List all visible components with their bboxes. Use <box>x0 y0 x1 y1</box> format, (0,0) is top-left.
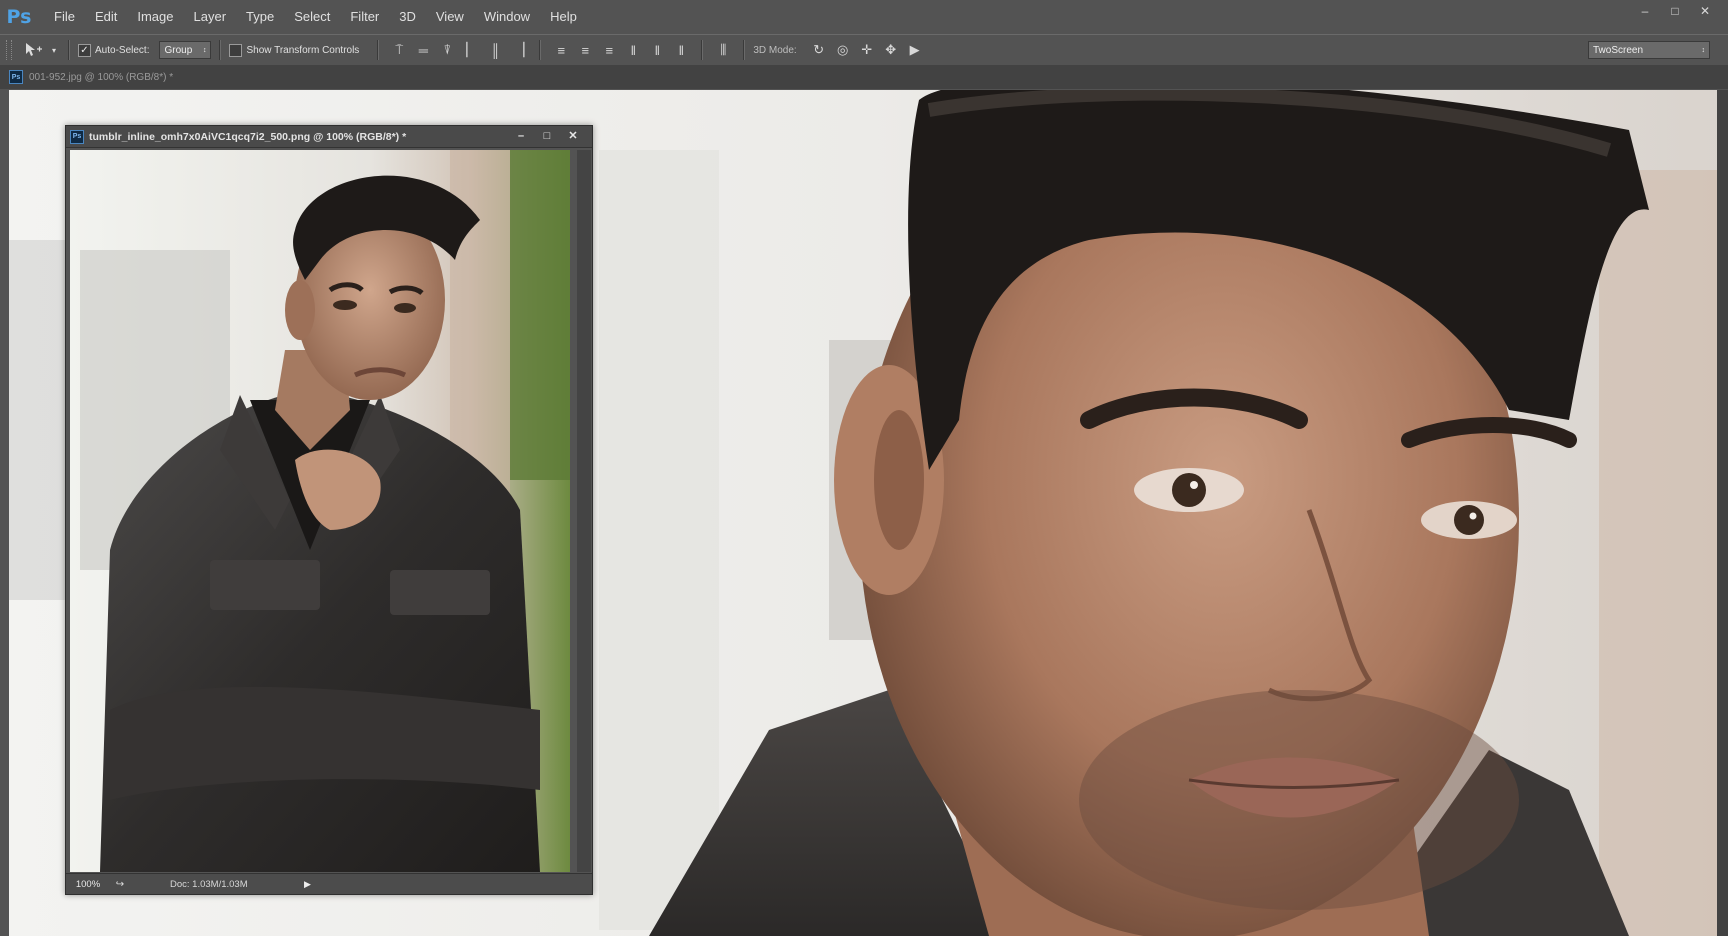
distribute-bottom-icon[interactable]: ≡ <box>597 39 621 61</box>
auto-select-dropdown[interactable]: Group ↕ <box>159 41 212 59</box>
floating-window-statusbar: 100% ↪ Doc: 1.03M/1.03M ▶ <box>66 873 592 894</box>
align-right-edges-icon[interactable]: ▕ <box>507 39 531 61</box>
menu-type[interactable]: Type <box>236 0 284 34</box>
distribute-vcenter-icon[interactable]: ≡ <box>573 39 597 61</box>
menu-layer[interactable]: Layer <box>184 0 237 34</box>
align-left-edges-icon[interactable]: ▏ <box>459 39 483 61</box>
close-icon[interactable]: ✕ <box>1690 2 1720 20</box>
align-bottom-edges-icon[interactable]: ⍒ <box>435 39 459 61</box>
distribute-left-icon[interactable]: ‖ <box>621 39 645 61</box>
floating-window-controls: – □ ✕ <box>508 127 586 145</box>
distribute-right-icon[interactable]: ‖ <box>669 39 693 61</box>
floating-document-canvas[interactable] <box>70 150 570 872</box>
auto-select-label: Auto-Select: <box>95 44 150 56</box>
separator <box>701 40 704 60</box>
status-menu-arrow-icon[interactable]: ▶ <box>304 879 311 890</box>
menu-help[interactable]: Help <box>540 0 587 34</box>
menu-window[interactable]: Window <box>474 0 540 34</box>
auto-align-layers-icon[interactable]: ⫼ <box>711 39 735 61</box>
dropdown-arrows-icon: ↕ <box>202 46 207 54</box>
separator <box>377 40 380 60</box>
menu-view[interactable]: View <box>426 0 474 34</box>
separator <box>539 40 542 60</box>
canvas-vertical-scrollbar[interactable] <box>1717 90 1728 936</box>
3d-rotate-icon[interactable]: ↻ <box>807 39 831 61</box>
3d-slide-icon[interactable]: ✥ <box>879 39 903 61</box>
share-icon[interactable]: ↪ <box>110 879 130 890</box>
minimize-icon[interactable]: – <box>1630 2 1660 20</box>
restore-icon[interactable]: □ <box>1660 2 1690 20</box>
menu-select[interactable]: Select <box>284 0 340 34</box>
dropdown-arrows-icon: ↕ <box>1701 46 1706 54</box>
tool-preset-dropdown-icon[interactable]: ▾ <box>48 39 60 61</box>
options-bar: ▾ ✓ Auto-Select: Group ↕ Show Transform … <box>0 34 1728 66</box>
workspace-dropdown[interactable]: TwoScreen ↕ <box>1588 41 1710 59</box>
floating-document-window[interactable]: Ps tumblr_inline_omh7x0AiVC1qcq7i2_500.p… <box>65 125 593 895</box>
options-bar-grip[interactable] <box>6 40 12 60</box>
doc-size-info[interactable]: Doc: 1.03M/1.03M <box>170 879 300 890</box>
separator <box>68 40 70 60</box>
align-vertical-centers-icon[interactable]: ═ <box>411 39 435 61</box>
distribute-hcenter-icon[interactable]: ‖ <box>645 39 669 61</box>
document-tab[interactable]: Ps 001-952.jpg @ 100% (RGB/8*) * <box>0 65 1728 89</box>
window-controls: – □ ✕ <box>1630 2 1720 20</box>
move-tool-icon[interactable] <box>20 39 48 61</box>
align-top-edges-icon[interactable]: ⍑ <box>387 39 411 61</box>
floating-window-scrollbar[interactable] <box>577 150 591 872</box>
ps-document-icon: Ps <box>9 70 23 84</box>
photoshop-logo: Ps <box>6 6 32 28</box>
portrait-leather-jacket-photo <box>70 150 570 872</box>
auto-select-value: Group <box>164 44 193 56</box>
minimize-icon[interactable]: – <box>508 127 534 145</box>
menu-file[interactable]: File <box>44 0 85 34</box>
menu-image[interactable]: Image <box>127 0 183 34</box>
distribute-top-icon[interactable]: ≡ <box>549 39 573 61</box>
floating-window-titlebar[interactable]: Ps tumblr_inline_omh7x0AiVC1qcq7i2_500.p… <box>66 126 592 148</box>
separator <box>743 40 746 60</box>
menu-bar: Ps File Edit Image Layer Type Select Fil… <box>0 0 1728 35</box>
workspace-value: TwoScreen <box>1593 44 1644 56</box>
auto-select-checkbox[interactable]: ✓ <box>78 43 91 57</box>
document-tab-title: 001-952.jpg @ 100% (RGB/8*) * <box>29 71 174 83</box>
maximize-icon[interactable]: □ <box>534 127 560 145</box>
menu-filter[interactable]: Filter <box>340 0 389 34</box>
ps-document-icon: Ps <box>70 129 84 144</box>
zoom-level[interactable]: 100% <box>66 879 110 890</box>
menu-3d[interactable]: 3D <box>389 0 426 34</box>
floating-window-title: tumblr_inline_omh7x0AiVC1qcq7i2_500.png … <box>89 130 407 143</box>
separator <box>219 40 222 60</box>
align-horizontal-centers-icon[interactable]: ║ <box>483 39 507 61</box>
close-icon[interactable]: ✕ <box>560 127 586 145</box>
show-transform-label: Show Transform Controls <box>246 44 360 56</box>
3d-drag-icon[interactable]: ✛ <box>855 39 879 61</box>
3d-mode-label: 3D Mode: <box>753 44 797 56</box>
3d-roll-icon[interactable]: ◎ <box>831 39 855 61</box>
3d-scale-icon[interactable]: ▶ <box>903 39 927 61</box>
menu-edit[interactable]: Edit <box>85 0 127 34</box>
show-transform-checkbox[interactable] <box>229 43 243 57</box>
